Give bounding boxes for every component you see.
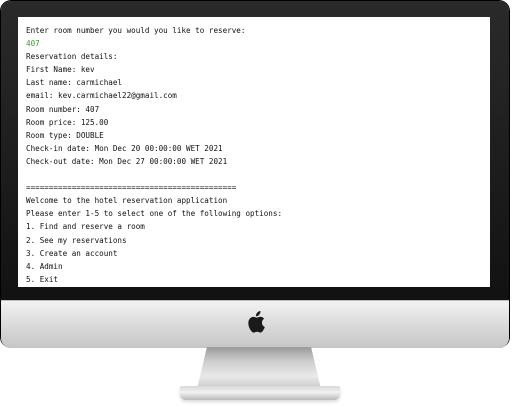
- console-line: Room type: DOUBLE: [26, 130, 104, 140]
- console-line: Please enter 1-5 to select one of the fo…: [26, 209, 283, 219]
- console-input-line: 407: [26, 39, 40, 49]
- console-line: 1. Find and reserve a room: [26, 222, 145, 232]
- monitor-stand-neck: [197, 347, 321, 389]
- monitor-frame: Enter room number you would you like to …: [1, 1, 509, 348]
- console-line: Room price: 125.00: [26, 117, 109, 127]
- console-line: Check-out date: Mon Dec 27 00:00:00 WET …: [26, 156, 228, 166]
- console-line: Reservation details:: [26, 52, 118, 62]
- console-output: Enter room number you would you like to …: [26, 24, 486, 286]
- console-line: 3. Create an account: [26, 248, 118, 258]
- console-line: Last name: carmichael: [26, 78, 123, 88]
- console-line: 4. Admin: [26, 261, 63, 271]
- console-screen[interactable]: Enter room number you would you like to …: [18, 17, 490, 287]
- console-line: 5. Exit: [26, 274, 59, 284]
- console-line: First Name: kev: [26, 65, 95, 75]
- console-line: 2. See my reservations: [26, 235, 127, 245]
- console-line: Room number: 407: [26, 104, 100, 114]
- monitor-stand-base: [180, 386, 340, 400]
- console-line: email: kev.carmichael22@gmail.com: [26, 91, 177, 101]
- console-line: ========================================…: [26, 183, 237, 193]
- console-line: Check-in date: Mon Dec 20 00:00:00 WET 2…: [26, 143, 223, 153]
- console-line: Enter room number you would you like to …: [26, 26, 246, 35]
- console-line: Welcome to the hotel reservation applica…: [26, 196, 228, 206]
- apple-logo-icon: [248, 311, 265, 333]
